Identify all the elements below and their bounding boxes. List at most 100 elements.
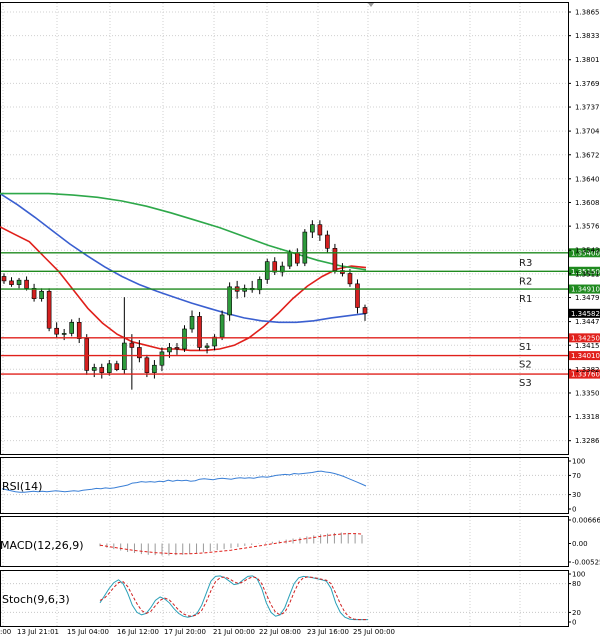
price-tick-label: 1.37045 — [575, 128, 600, 136]
indicator-tick-label: 100 — [572, 571, 585, 579]
time-axis-label: 22 Jul 08:00 — [259, 628, 301, 636]
candle — [362, 304, 368, 321]
candle-body — [189, 316, 195, 330]
candle-body — [1, 276, 7, 282]
candle — [114, 360, 120, 372]
stoch-main-line — [99, 575, 368, 621]
candle-body — [295, 252, 300, 264]
candle — [182, 325, 187, 352]
time-axis-label: 17 Jul 20:00 — [164, 628, 206, 636]
candle-body — [264, 261, 270, 280]
candle-body — [204, 345, 210, 348]
price-tick-label: 1.36725 — [575, 151, 600, 159]
price-tick-label: 1.36400 — [575, 175, 600, 183]
candle-body — [174, 347, 180, 350]
candle — [219, 310, 225, 341]
candle-body — [302, 231, 308, 264]
candle-body — [355, 283, 360, 308]
price-tick-label: 1.37690 — [575, 80, 600, 88]
candle-body — [159, 351, 165, 366]
candle — [272, 257, 278, 275]
candle — [242, 284, 247, 298]
candle-body — [182, 328, 187, 350]
candle-body — [76, 322, 82, 339]
price-tick-label: 1.34470 — [575, 318, 600, 326]
time-axis-label: 15 Jul 04:00 — [67, 628, 109, 636]
candle — [302, 229, 308, 267]
candle-body — [144, 357, 150, 373]
candle — [234, 280, 240, 299]
candle — [39, 288, 44, 302]
candle-body — [122, 342, 127, 370]
level-name-s3: S3 — [519, 378, 532, 389]
price-tick-label: 1.33505 — [575, 389, 600, 397]
candle-body — [99, 367, 105, 373]
price-tick-label: 1.36080 — [575, 199, 600, 207]
candle — [227, 282, 232, 321]
time-axis-label: 23 Jul 16:00 — [307, 628, 349, 636]
rsi-line — [1, 470, 367, 493]
candle — [31, 283, 37, 302]
candle — [295, 248, 300, 267]
candle-body — [167, 347, 172, 353]
candle-body — [114, 363, 120, 370]
candle-body — [54, 327, 59, 335]
candle-body — [61, 333, 67, 335]
level-name-s1: S1 — [519, 342, 532, 353]
price-tick-label: 1.34150 — [575, 342, 600, 350]
panel-frame-stoch — [0, 570, 569, 627]
candle — [340, 263, 345, 277]
rsi-title: RSI(14) — [2, 480, 42, 493]
price-tick-label: 1.35115 — [575, 270, 600, 278]
candle — [106, 360, 112, 376]
price-tick-label: 1.38010 — [575, 56, 600, 64]
indicator-tick-label: 0 — [572, 619, 576, 627]
level-price-label: 1.34010 — [571, 352, 600, 360]
candle-body — [129, 342, 135, 348]
time-axis-label: :00 — [0, 628, 11, 636]
stoch-title: Stoch(9,6,3) — [2, 593, 70, 606]
candle-body — [197, 316, 202, 348]
candle-body — [152, 364, 157, 373]
price-tick-label: 1.35435 — [575, 247, 600, 255]
candle — [197, 311, 202, 351]
candle-body — [106, 363, 112, 373]
panel-frame-main — [0, 2, 569, 455]
price-tick-label: 1.32860 — [575, 437, 600, 445]
current-price-label: 1.34582 — [571, 310, 600, 318]
candle — [152, 360, 157, 379]
forex-chart[interactable]: 1.35400R31.35150R21.34910R11.34250S11.34… — [0, 0, 600, 638]
panel-frame-rsi — [0, 457, 569, 514]
candle-body — [24, 279, 29, 289]
indicator-tick-label: 0.00 — [572, 540, 588, 548]
candle — [9, 277, 14, 287]
candle-body — [347, 273, 353, 285]
indicator-tick-label: 80 — [572, 580, 581, 588]
candles — [1, 220, 368, 390]
candle-body — [227, 286, 232, 316]
candle — [355, 279, 360, 314]
candle-body — [84, 338, 90, 371]
price-tick-label: 1.33825 — [575, 366, 600, 374]
level-name-r1: R1 — [519, 294, 532, 305]
level-name-r2: R2 — [519, 276, 532, 287]
candle-body — [91, 367, 97, 371]
indicator-tick-label: 30 — [572, 491, 581, 499]
indicator-tick-label: -0.00525 — [572, 559, 600, 567]
indicator-tick-label: 20 — [572, 609, 581, 617]
level-price-label: 1.34910 — [571, 286, 600, 294]
price-tick-label: 1.38655 — [575, 8, 600, 16]
price-tick-label: 1.37370 — [575, 104, 600, 112]
price-tick-label: 1.33185 — [575, 413, 600, 421]
candle-body — [219, 314, 225, 338]
candle-body — [39, 290, 44, 299]
candle — [16, 277, 22, 289]
candle-body — [310, 224, 315, 233]
indicator-tick-label: 0 — [572, 506, 576, 514]
candle-body — [362, 307, 368, 314]
price-tick-label: 1.35760 — [575, 223, 600, 231]
candle — [249, 280, 255, 293]
price-tick-label: 1.34795 — [575, 294, 600, 302]
candle-body — [325, 234, 330, 249]
candle-body — [272, 261, 278, 273]
